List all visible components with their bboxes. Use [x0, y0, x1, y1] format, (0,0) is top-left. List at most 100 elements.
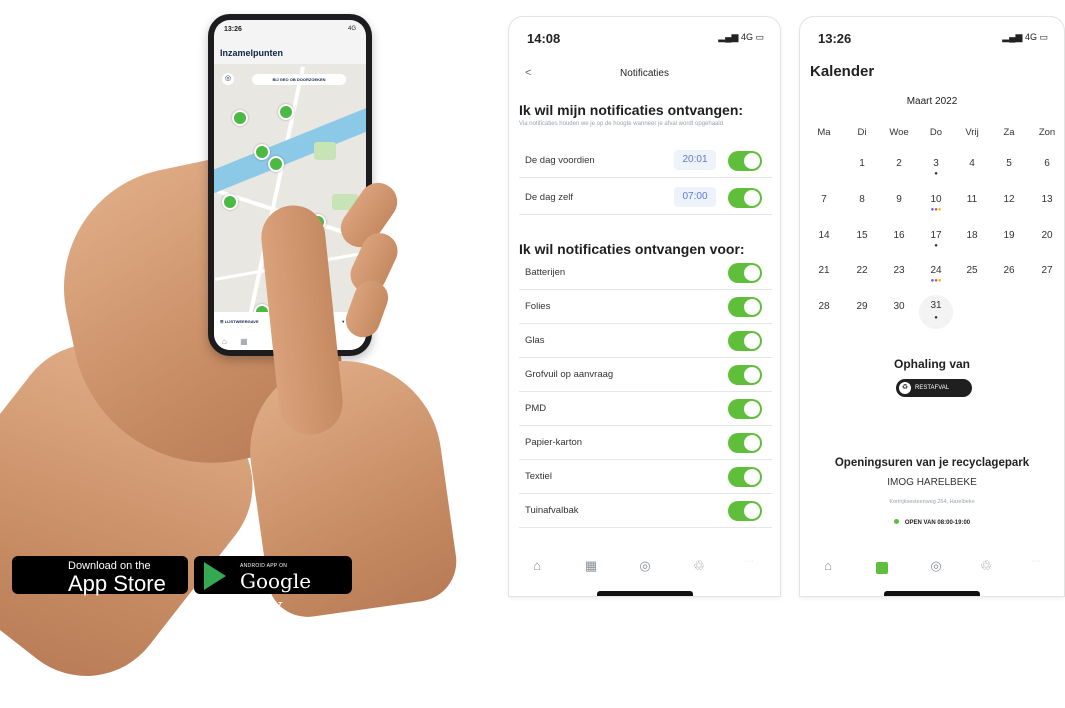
calendar-day[interactable]: 25: [957, 265, 987, 276]
pickup-type-badge[interactable]: ♻ RESTAFVAL: [896, 379, 972, 397]
home-indicator: [596, 591, 693, 596]
calendar-day[interactable]: 4: [957, 158, 987, 169]
calendar-screen: 13:26 ▂▄▆ 4G ▭ Kalender Maart 2022 Ma Di…: [800, 17, 1064, 596]
category-row: Textiel: [519, 460, 772, 494]
calendar-day[interactable]: 26: [994, 265, 1024, 276]
category-toggle[interactable]: [728, 263, 762, 283]
calendar-day[interactable]: 23: [884, 265, 914, 276]
tab-calendar-icon[interactable]: ▦: [581, 558, 601, 574]
weekday-label: Woe: [889, 127, 909, 138]
google-play-badge[interactable]: ANDROID APP ON Google play: [194, 556, 352, 617]
calendar-day[interactable]: 6: [1032, 158, 1062, 169]
category-toggle[interactable]: [728, 399, 762, 419]
calendar-day[interactable]: 22: [847, 265, 877, 276]
tab-home-icon[interactable]: ⌂: [818, 558, 838, 573]
calendar-day[interactable]: 10 ●●●: [921, 194, 951, 213]
category-row: Papier-karton: [519, 426, 772, 460]
category-toggle[interactable]: [728, 331, 762, 351]
section-subtitle: Via notificaties houden we je op de hoog…: [519, 121, 724, 127]
calendar-day-number: 17: [930, 230, 942, 241]
calendar-day-selected[interactable]: 31 ●: [919, 295, 953, 329]
category-label: Papier-karton: [525, 437, 583, 448]
promo-hands-illustration: 13:26 4G Inzamelpunten ◎ BIJ GEO OB DOOR…: [0, 0, 480, 708]
weekday-label: Di: [857, 127, 867, 138]
category-row: Glas: [519, 324, 772, 358]
category-toggle[interactable]: [728, 467, 762, 487]
month-label: Maart 2022: [906, 96, 958, 107]
section-title-categories: Ik wil notificaties ontvangen voor:: [519, 241, 745, 257]
map-pin-icon[interactable]: [222, 194, 238, 210]
calendar-day-number: 3: [933, 158, 939, 169]
calendar-day[interactable]: 14: [809, 230, 839, 241]
calendar-day[interactable]: 29: [847, 301, 877, 312]
google-play-big-text: Google play: [240, 569, 312, 617]
tab-calendar-icon[interactable]: [876, 562, 888, 574]
search-area-button[interactable]: BIJ GEO OB DOORZOEKEN: [252, 74, 346, 85]
category-toggle[interactable]: [728, 501, 762, 521]
status-time: 13:26: [818, 31, 852, 46]
app-store-big-text: App Store: [68, 571, 166, 596]
promo-page-title: Inzamelpunten: [220, 48, 284, 58]
calendar-day[interactable]: 24 ●●●: [921, 265, 951, 284]
map-pin-icon[interactable]: [278, 104, 294, 120]
promo-tabbar: ⌂ ▦: [222, 337, 248, 346]
calendar-day-number: 24: [930, 265, 942, 276]
category-label: Textiel: [525, 471, 552, 482]
calendar-day[interactable]: 2: [884, 158, 914, 169]
calendar-day[interactable]: 15: [847, 230, 877, 241]
calendar-day[interactable]: 8: [847, 194, 877, 205]
category-toggle[interactable]: [728, 365, 762, 385]
calendar-day[interactable]: 5: [994, 158, 1024, 169]
time-picker[interactable]: 07:00: [674, 187, 716, 207]
tab-location-icon[interactable]: ◎: [635, 558, 655, 574]
calendar-day[interactable]: 9: [884, 194, 914, 205]
page-title: Kalender: [810, 63, 875, 80]
map-pin-icon[interactable]: [232, 110, 248, 126]
tab-recycle-icon[interactable]: ♲: [689, 558, 709, 574]
network-label: 4G: [740, 32, 753, 42]
calendar-day[interactable]: 17 ●: [921, 230, 951, 249]
calendar-day[interactable]: 13: [1032, 194, 1062, 205]
category-row: Folies: [519, 290, 772, 324]
timing-toggle[interactable]: [728, 188, 762, 208]
category-label: PMD: [525, 403, 547, 414]
calendar-day[interactable]: 1: [847, 158, 877, 169]
timing-toggle[interactable]: [728, 151, 762, 171]
calendar-day[interactable]: 20: [1032, 230, 1062, 241]
calendar-day[interactable]: 12: [994, 194, 1024, 205]
tab-recycle-icon[interactable]: ♲: [976, 558, 996, 574]
calendar-day[interactable]: 30: [884, 301, 914, 312]
recycle-park-address: Kortrijksesteenweg 264, Harelbeke: [889, 499, 975, 505]
list-view-label: LIJSTWEERGAVE: [224, 319, 259, 324]
google-play-icon: [204, 562, 226, 590]
calendar-day[interactable]: 16: [884, 230, 914, 241]
home-indicator: [884, 591, 980, 596]
time-picker[interactable]: 20:01: [674, 150, 716, 170]
tab-location-icon[interactable]: ◎: [926, 558, 946, 574]
network-label: 4G: [1024, 32, 1037, 42]
map-pin-icon[interactable]: [254, 144, 270, 160]
tab-home-icon[interactable]: ⌂: [527, 558, 547, 573]
map-park: [314, 142, 336, 160]
calendar-day[interactable]: 28: [809, 301, 839, 312]
category-toggle[interactable]: [728, 433, 762, 453]
calendar-day[interactable]: 11: [957, 194, 987, 205]
locate-icon[interactable]: ◎: [222, 73, 234, 85]
timing-row: De dag zelf 07:00: [519, 181, 772, 215]
category-toggle[interactable]: [728, 297, 762, 317]
tab-more-icon[interactable]: ····: [1026, 558, 1046, 565]
category-row: Batterijen: [519, 256, 772, 290]
pickup-title: Ophaling van: [893, 357, 970, 371]
calendar-day[interactable]: 19: [994, 230, 1024, 241]
pickup-dots: ●: [934, 315, 938, 321]
calendar-day[interactable]: 3 ●: [921, 158, 951, 177]
weekday-label: Za: [1003, 127, 1015, 138]
tab-more-icon[interactable]: ····: [739, 558, 759, 565]
calendar-day[interactable]: 27: [1032, 265, 1062, 276]
category-row: Grofvuil op aanvraag: [519, 358, 772, 392]
calendar-day[interactable]: 21: [809, 265, 839, 276]
app-store-badge[interactable]: Download on the App Store: [12, 556, 188, 596]
calendar-day[interactable]: 18: [957, 230, 987, 241]
map-pin-icon[interactable]: [268, 156, 284, 172]
calendar-day[interactable]: 7: [809, 194, 839, 205]
